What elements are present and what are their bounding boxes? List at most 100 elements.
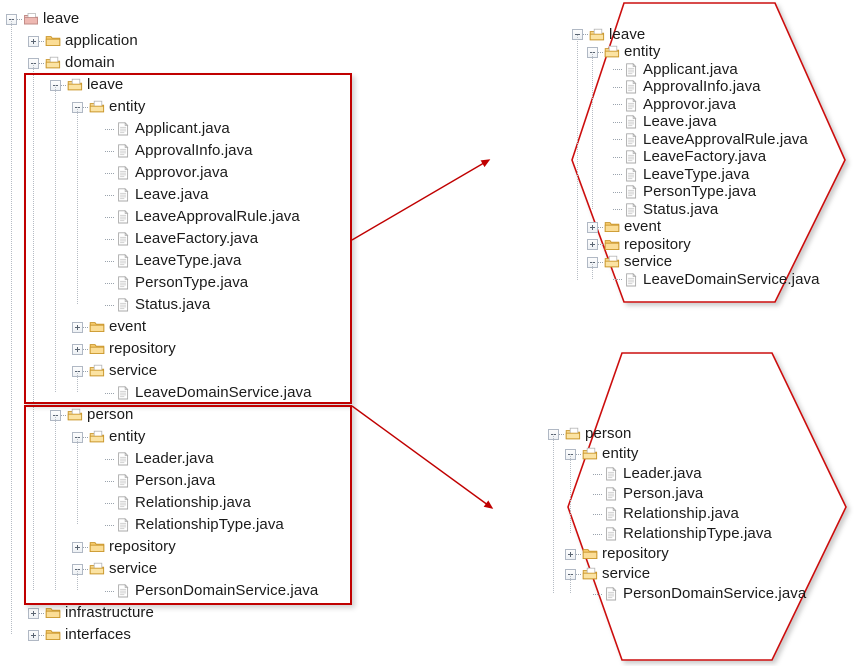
tree-row[interactable]: Leave.java [572,113,820,132]
tree-connector-line [105,194,114,196]
tree-row[interactable]: LeaveDomainService.java [6,382,318,404]
tree-connector-line [593,513,602,515]
tree-row[interactable]: entity [6,426,318,448]
package-open-icon [67,407,83,423]
tree-expand-icon[interactable] [587,221,598,233]
tree-row[interactable]: ApprovalInfo.java [6,140,318,162]
tree-node-label: RelationshipType.java [623,525,772,542]
tree-row[interactable]: Status.java [572,201,820,219]
tree-row[interactable]: RelationshipType.java [6,514,318,536]
java-file-icon [115,451,131,467]
tree-expand-icon[interactable] [72,541,83,553]
tree-row[interactable]: repository [548,544,806,564]
tree-row[interactable]: LeaveApprovalRule.java [572,131,820,149]
tree-row[interactable]: RelationshipType.java [548,524,806,544]
tree-row[interactable]: service [548,564,806,584]
tree-row[interactable]: Leader.java [6,448,318,470]
package-open-icon [582,566,598,582]
tree-row[interactable]: Person.java [6,470,318,492]
tree-connector-line [593,473,602,475]
package-open-icon [89,429,105,445]
tree-expand-icon[interactable] [28,629,39,641]
tree-row[interactable]: LeaveType.java [572,166,820,184]
tree-row[interactable]: repository [6,536,318,558]
tree-row[interactable]: application [6,30,318,52]
tree-row[interactable]: person [548,424,806,444]
tree-row[interactable]: PersonDomainService.java [548,584,806,604]
tree-row[interactable]: entity [6,96,318,118]
tree-expand-icon[interactable] [565,548,576,560]
tree-row[interactable]: interfaces [6,624,318,646]
tree-row[interactable]: repository [6,338,318,360]
tree-guide-line [77,107,78,305]
tree-row[interactable]: Approvor.java [572,96,820,114]
tree-node-label: Leader.java [135,450,214,467]
tree-expand-icon[interactable] [28,35,39,47]
tree-connector-line [105,238,114,240]
java-file-icon [115,187,131,203]
tree-node-label: Applicant.java [643,60,738,78]
tree-row[interactable]: LeaveDomainService.java [572,271,820,289]
tree-row[interactable]: Relationship.java [548,504,806,524]
tree-row[interactable]: entity [548,444,806,464]
tree-node-label: service [109,362,158,379]
java-file-icon [623,114,639,130]
tree-row[interactable]: repository [572,236,820,254]
tree-row[interactable]: service [572,253,820,272]
tree-row[interactable]: Person.java [548,484,806,504]
tree-row[interactable]: LeaveApprovalRule.java [6,206,318,228]
java-file-icon [115,143,131,159]
tree-row[interactable]: LeaveFactory.java [6,228,318,250]
tree-node-label: ApprovalInfo.java [135,142,253,159]
tree-row[interactable]: Approvor.java [6,162,318,184]
tree-node-label: Status.java [135,296,211,313]
tree-row[interactable]: Status.java [6,294,318,316]
tree-row[interactable]: Applicant.java [6,118,318,140]
tree-expand-icon[interactable] [587,239,598,251]
tree-row[interactable]: person [6,404,318,426]
tree-node-label: Person.java [623,485,704,502]
tree-row[interactable]: Leave.java [6,184,318,206]
tree-guide-line [570,574,571,594]
java-file-icon [623,79,639,95]
tree-row[interactable]: infrastructure [6,602,318,624]
tree-row[interactable]: leave [6,74,318,96]
tree-row[interactable]: Relationship.java [6,492,318,514]
tree-row[interactable]: service [6,558,318,580]
tree-connector-line [83,106,88,108]
tree-row[interactable]: LeaveType.java [6,250,318,272]
tree-connector-line [576,573,581,575]
tree-row[interactable]: domain [6,52,318,74]
tree-row[interactable]: Leader.java [548,464,806,484]
tree-connector-line [83,326,88,328]
person-context-hexagon-tree[interactable]: person entity Leader.java Person.java Relati… [548,424,806,604]
tree-row[interactable]: PersonType.java [6,272,318,294]
tree-row[interactable]: service [6,360,318,382]
folder-closed-icon [604,237,620,253]
folder-closed-icon [89,539,105,555]
java-file-icon [623,132,639,148]
tree-row[interactable]: LeaveFactory.java [572,148,820,167]
tree-row[interactable]: PersonDomainService.java [6,580,318,602]
leave-context-hexagon-tree[interactable]: leave entity Applicant.java ApprovalInfo.ja… [572,26,820,289]
tree-row[interactable]: entity [572,43,820,62]
java-file-icon [623,149,639,165]
tree-row[interactable]: event [6,316,318,338]
package-open-icon [604,44,620,60]
tree-expand-icon[interactable] [28,607,39,619]
tree-node-label: application [65,32,138,49]
package-explorer-tree[interactable]: leave application domain leave entity Applica… [6,8,318,646]
tree-row[interactable]: Applicant.java [572,61,820,79]
folder-closed-icon [89,341,105,357]
tree-connector-line [83,370,88,372]
tree-row[interactable]: PersonType.java [572,183,820,202]
tree-node-label: LeaveType.java [135,252,242,269]
tree-row[interactable]: leave [572,26,820,44]
tree-row[interactable]: event [572,218,820,237]
tree-node-label: PersonType.java [643,183,757,201]
tree-expand-icon[interactable] [72,321,83,333]
tree-expand-icon[interactable] [72,343,83,355]
tree-row[interactable]: leave [6,8,318,30]
tree-connector-line [593,533,602,535]
tree-row[interactable]: ApprovalInfo.java [572,78,820,97]
